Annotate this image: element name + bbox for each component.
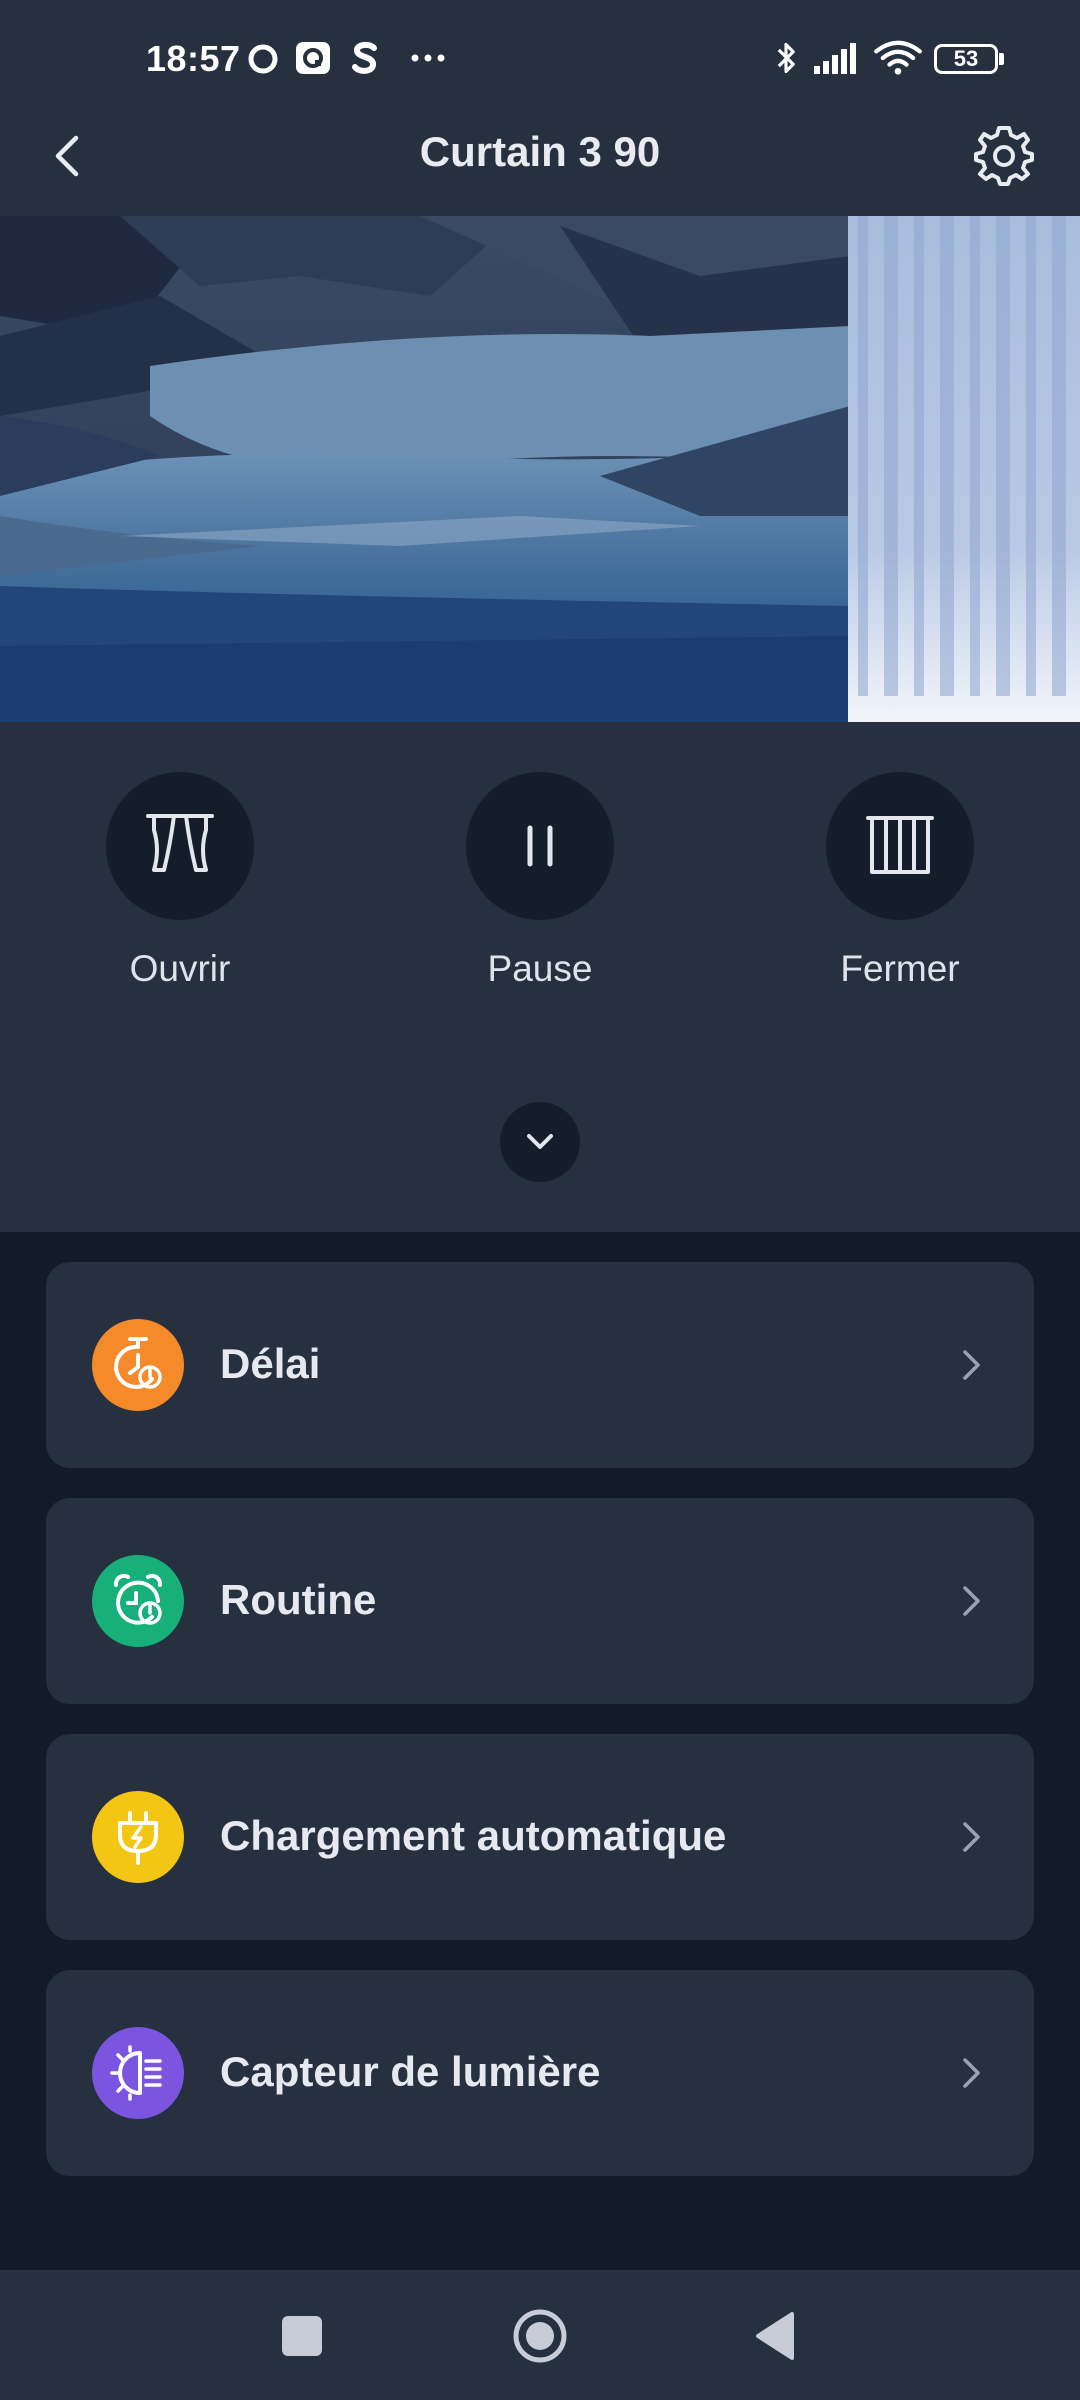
timer-icon: [92, 1319, 184, 1411]
pause-icon[interactable]: [466, 772, 614, 920]
system-navigation-bar: [0, 2270, 1080, 2400]
menu-item-routine[interactable]: Routine: [46, 1498, 1034, 1704]
menu-item-label: Capteur de lumière: [220, 2048, 601, 2095]
circle-home-icon[interactable]: [510, 2306, 570, 2366]
light-sensor-icon: [92, 2027, 184, 2119]
triangle-back-icon[interactable]: [748, 2306, 808, 2366]
status-time: 18:57: [146, 38, 241, 79]
open-button[interactable]: Ouvrir: [60, 772, 300, 990]
close-label: Fermer: [840, 948, 960, 989]
battery-level: 53: [953, 46, 979, 71]
alarm-clock-icon: [92, 1555, 184, 1647]
bluetooth-icon: [777, 42, 795, 74]
s-notification-icon: [352, 41, 377, 74]
chevron-right-icon: [963, 2058, 980, 2088]
open-label: Ouvrir: [129, 948, 231, 989]
chevron-right-icon: [963, 1822, 980, 1852]
curtain-open-icon[interactable]: [106, 772, 254, 920]
chevron-down-icon: [527, 1134, 553, 1149]
close-button[interactable]: Fermer: [780, 772, 1020, 990]
curtain-closed-icon[interactable]: [826, 772, 974, 920]
page-title: Curtain 3 90: [419, 128, 661, 175]
wifi-icon: [874, 40, 922, 75]
top-bar: 18:57 53 Curtain 3 90: [0, 0, 1080, 216]
gear-icon[interactable]: [972, 124, 1036, 188]
chevron-right-icon: [963, 1350, 980, 1380]
menu-item-delay[interactable]: Délai: [46, 1262, 1034, 1468]
expand-button[interactable]: [500, 1102, 580, 1182]
battery-icon: 53: [934, 44, 998, 74]
menu-item-label: Routine: [220, 1576, 377, 1623]
menu-item-label: Délai: [220, 1340, 321, 1387]
pause-label: Pause: [487, 948, 593, 989]
menu-item-label: Chargement automatique: [220, 1812, 727, 1859]
signal-icon: [814, 43, 856, 74]
plug-charge-icon: [92, 1791, 184, 1883]
menu-item-auto-charge[interactable]: Chargement automatique: [46, 1734, 1034, 1940]
pause-button[interactable]: Pause: [420, 772, 660, 990]
curtain-controls: Ouvrir Pause Fermer: [0, 722, 1080, 1232]
menu-item-light-sensor[interactable]: Capteur de lumière: [46, 1970, 1034, 2176]
more-dots-icon: [411, 54, 445, 62]
chevron-right-icon: [963, 1586, 980, 1616]
app-notification-icon: [296, 42, 330, 74]
status-bar: 18:57 53: [0, 0, 1080, 120]
circle-notification-icon: [248, 44, 278, 74]
square-icon[interactable]: [272, 2306, 332, 2366]
battery-tip: [999, 53, 1004, 65]
landscape-image: [0, 216, 1080, 722]
curtain-scene-illustration: [0, 216, 1080, 722]
